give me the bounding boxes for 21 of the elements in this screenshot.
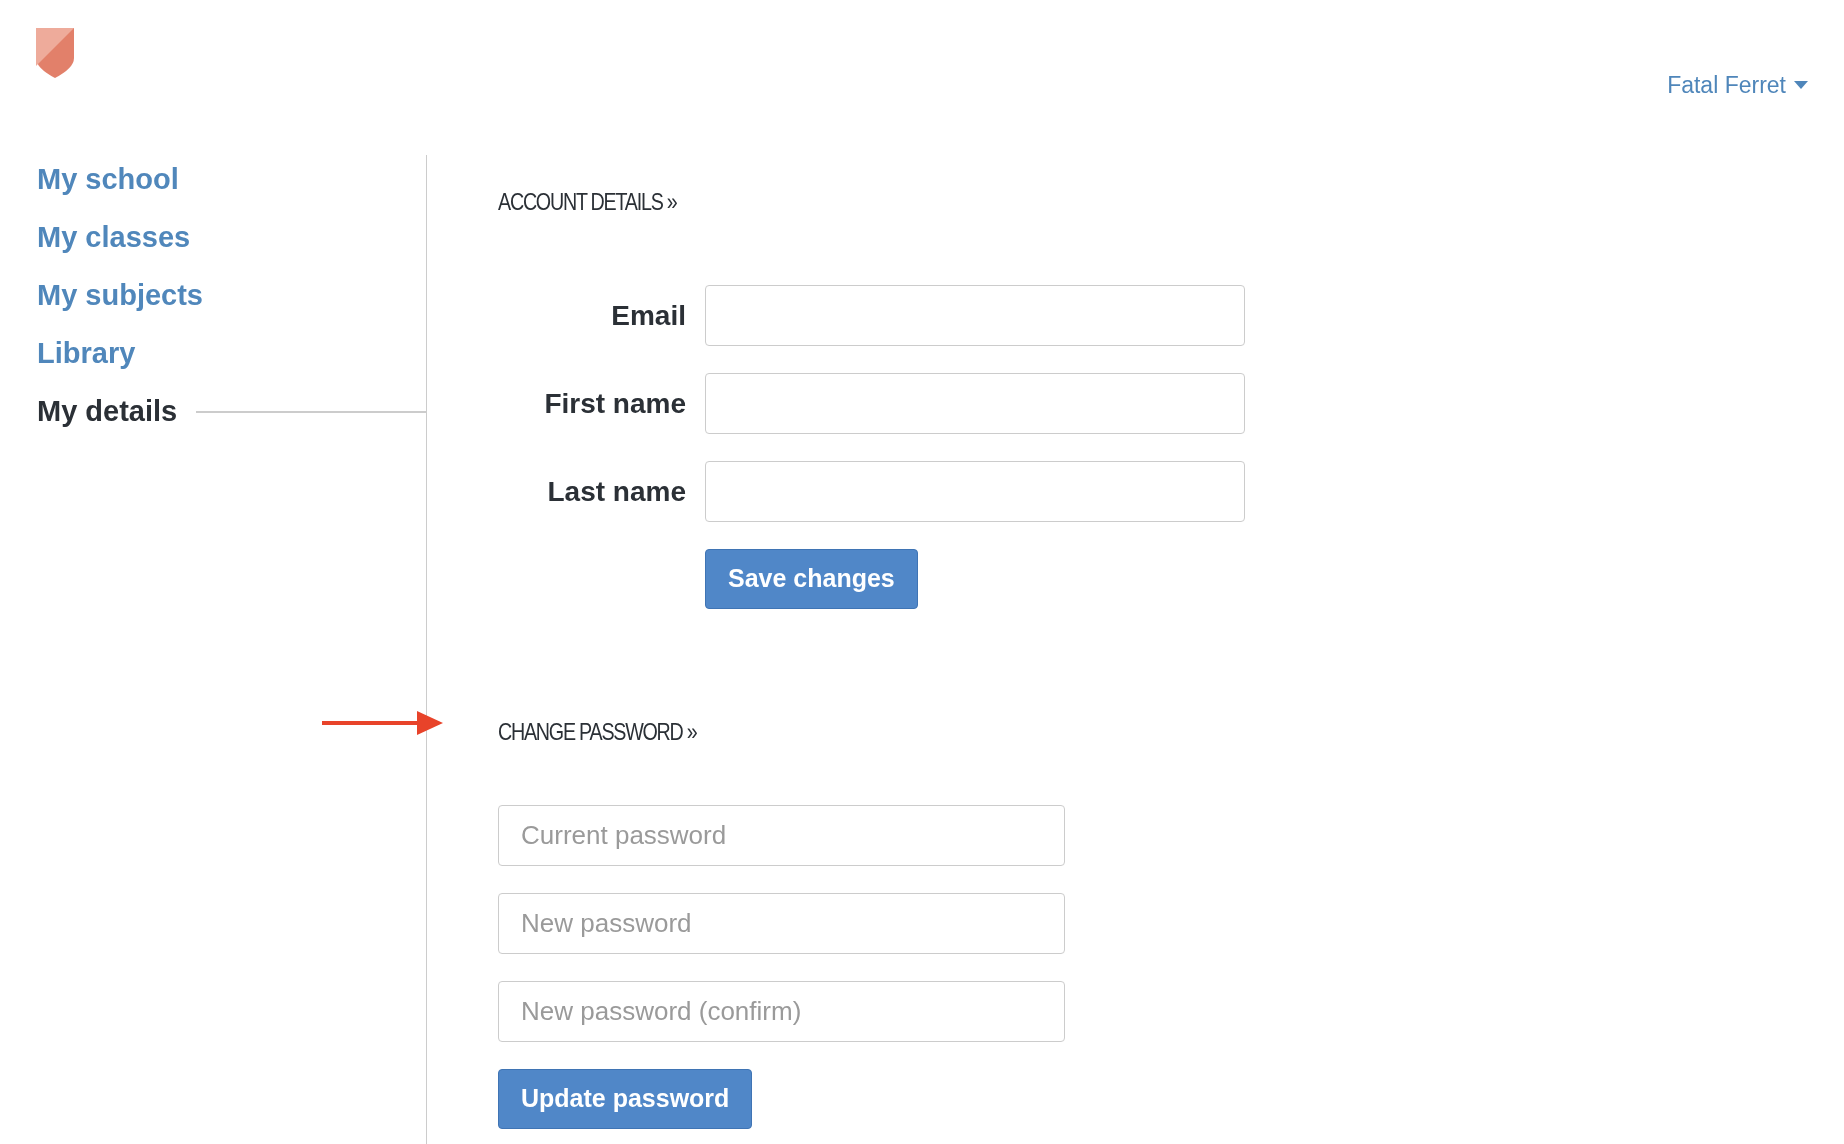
password-field[interactable]: Current password (498, 805, 1065, 866)
caret-icon (1794, 81, 1808, 90)
field-label: Email (610, 298, 686, 333)
sidebar-link[interactable]: My subjects (37, 273, 203, 318)
sidebar-link[interactable]: My classes (37, 215, 191, 260)
field-label: First name (543, 386, 686, 421)
section-heading: ACCOUNT DETAILS » (498, 187, 678, 217)
submit-button[interactable]: Save changes (705, 549, 918, 609)
sidebar-link[interactable]: My details (37, 389, 178, 434)
section-heading: CHANGE PASSWORD » (498, 717, 698, 747)
password-field[interactable]: New password (confirm) (498, 981, 1065, 1042)
sidebar-link[interactable]: Library (37, 331, 136, 376)
field-label: Last name (546, 474, 686, 509)
input-field[interactable] (705, 461, 1245, 522)
shield-logo-icon[interactable] (36, 28, 74, 78)
user-menu[interactable]: Fatal Ferret (1667, 68, 1808, 103)
input-field[interactable] (705, 373, 1245, 434)
input-field[interactable] (705, 285, 1245, 346)
submit-button[interactable]: Update password (498, 1069, 753, 1129)
sidebar-link[interactable]: My school (37, 157, 179, 202)
password-field[interactable]: New password (498, 893, 1065, 954)
